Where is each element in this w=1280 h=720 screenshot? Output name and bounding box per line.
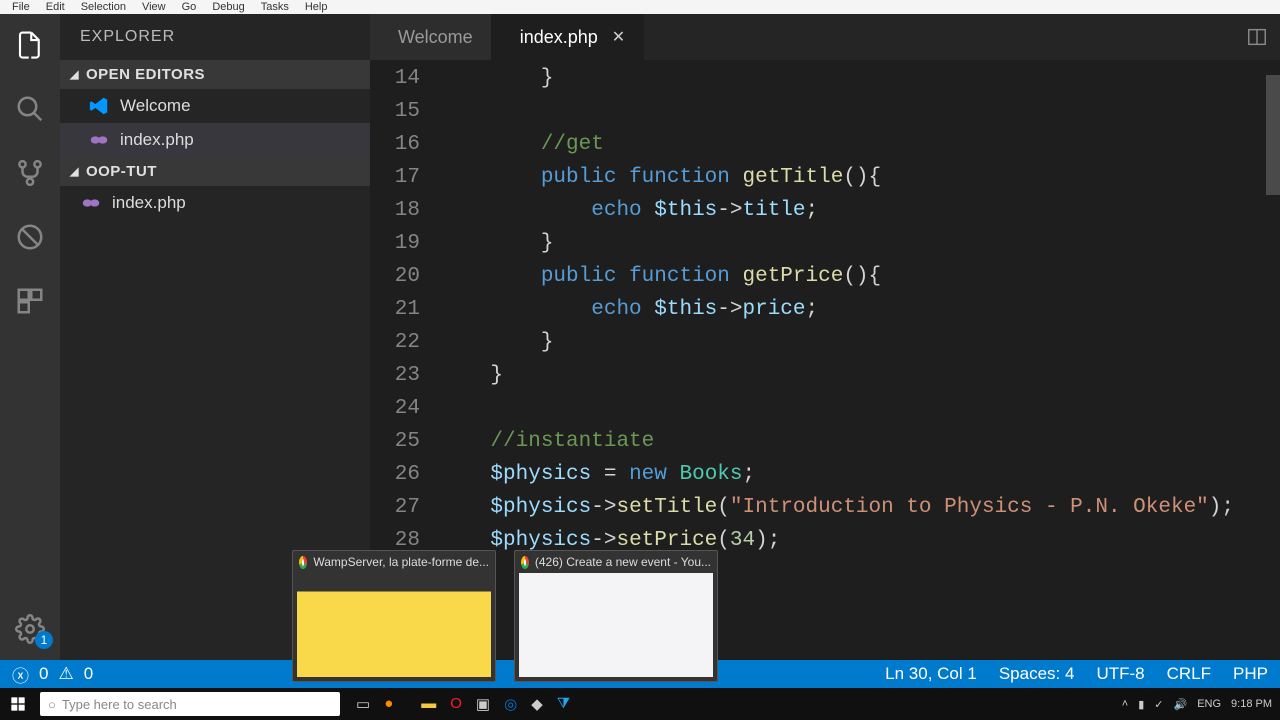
preview-thumbnail[interactable] <box>519 573 713 677</box>
errors-count[interactable]: 0 <box>39 664 48 684</box>
tab-welcome[interactable]: Welcome <box>370 14 492 60</box>
file-item[interactable]: index.php <box>60 186 370 220</box>
cmd-icon[interactable]: ▣ <box>476 695 490 713</box>
taskbar[interactable]: ○ Type here to search ▭ ● ▬ O ▣ ◎ ◆ ⧩ ˄ … <box>0 688 1280 720</box>
tabs: Welcomeindex.php✕ <box>370 14 1280 60</box>
chevron-down-icon: ◢ <box>70 165 79 178</box>
menu-go[interactable]: Go <box>174 1 205 13</box>
open-editors-header[interactable]: ◢ OPEN EDITORS <box>60 60 370 89</box>
errors-icon[interactable]: ⓧ <box>12 662 29 687</box>
window-previews[interactable]: WampServer, la plate-forme de... (426) C… <box>292 550 718 682</box>
close-icon[interactable]: ✕ <box>612 27 625 47</box>
debug-icon[interactable] <box>13 220 47 254</box>
wifi-icon[interactable]: ✓ <box>1154 698 1163 711</box>
eol[interactable]: CRLF <box>1167 664 1211 684</box>
menu-tasks[interactable]: Tasks <box>253 1 297 13</box>
menu-debug[interactable]: Debug <box>204 1 252 13</box>
menu-file[interactable]: File <box>4 1 38 13</box>
chrome-icon <box>521 556 529 569</box>
chevron-down-icon: ◢ <box>70 68 79 81</box>
volume-icon[interactable]: 🔊 <box>1173 698 1187 711</box>
task-icons[interactable]: ▭ ● ▬ O ▣ ◎ ◆ ⧩ <box>344 695 582 713</box>
tab-index-php[interactable]: index.php✕ <box>492 14 644 60</box>
battery-icon[interactable]: ▮ <box>1138 698 1144 711</box>
menu-selection[interactable]: Selection <box>73 1 134 13</box>
scrollbar[interactable] <box>1266 75 1280 195</box>
activity-bar: 1 <box>0 14 60 660</box>
menu-view[interactable]: View <box>134 1 174 13</box>
tray-chevron-icon[interactable]: ˄ <box>1122 698 1128 710</box>
window-preview[interactable]: WampServer, la plate-forme de... <box>292 550 496 682</box>
clock[interactable]: 9:18 PM <box>1231 698 1272 710</box>
keyboard-lang[interactable]: ENG <box>1197 698 1221 710</box>
start-button[interactable] <box>0 688 36 720</box>
sidebar-title: EXPLORER <box>60 14 370 60</box>
edge-icon[interactable]: ◎ <box>504 695 517 713</box>
language[interactable]: PHP <box>1233 664 1268 684</box>
window-preview[interactable]: (426) Create a new event - You... <box>514 550 718 682</box>
opera-icon[interactable]: O <box>450 695 462 713</box>
warnings-count[interactable]: 0 <box>84 664 93 684</box>
menu-help[interactable]: Help <box>297 1 336 13</box>
extensions-icon[interactable] <box>13 284 47 318</box>
indent[interactable]: Spaces: 4 <box>999 664 1075 684</box>
taskview-icon[interactable]: ▭ <box>356 695 370 713</box>
explorer-icon[interactable] <box>13 28 47 62</box>
settings-icon[interactable]: 1 <box>13 612 47 646</box>
open-editor-item[interactable]: index.php <box>60 123 370 157</box>
folder-header[interactable]: ◢ OOP-TUT <box>60 157 370 186</box>
split-editor-icon[interactable] <box>1234 14 1280 60</box>
explorer-icon[interactable]: ▬ <box>421 695 436 713</box>
search-box[interactable]: ○ Type here to search <box>40 692 340 716</box>
open-editor-item[interactable]: Welcome <box>60 89 370 123</box>
vscode-icon[interactable]: ⧩ <box>557 695 570 713</box>
firefox-icon[interactable]: ● <box>384 695 393 713</box>
menu-edit[interactable]: Edit <box>38 1 73 13</box>
menubar[interactable]: FileEditSelectionViewGoDebugTasksHelp <box>0 0 1280 14</box>
search-icon[interactable] <box>13 92 47 126</box>
source-control-icon[interactable] <box>13 156 47 190</box>
encoding[interactable]: UTF-8 <box>1096 664 1144 684</box>
app-icon[interactable]: ◆ <box>531 695 543 713</box>
settings-badge: 1 <box>35 631 53 649</box>
chrome-icon <box>299 556 307 569</box>
system-tray[interactable]: ˄ ▮ ✓ 🔊 ENG 9:18 PM <box>1122 698 1280 711</box>
preview-thumbnail[interactable] <box>297 573 491 677</box>
line-col[interactable]: Ln 30, Col 1 <box>885 664 977 684</box>
cortana-icon: ○ <box>48 697 56 712</box>
warnings-icon[interactable]: ⚠ <box>58 664 73 684</box>
